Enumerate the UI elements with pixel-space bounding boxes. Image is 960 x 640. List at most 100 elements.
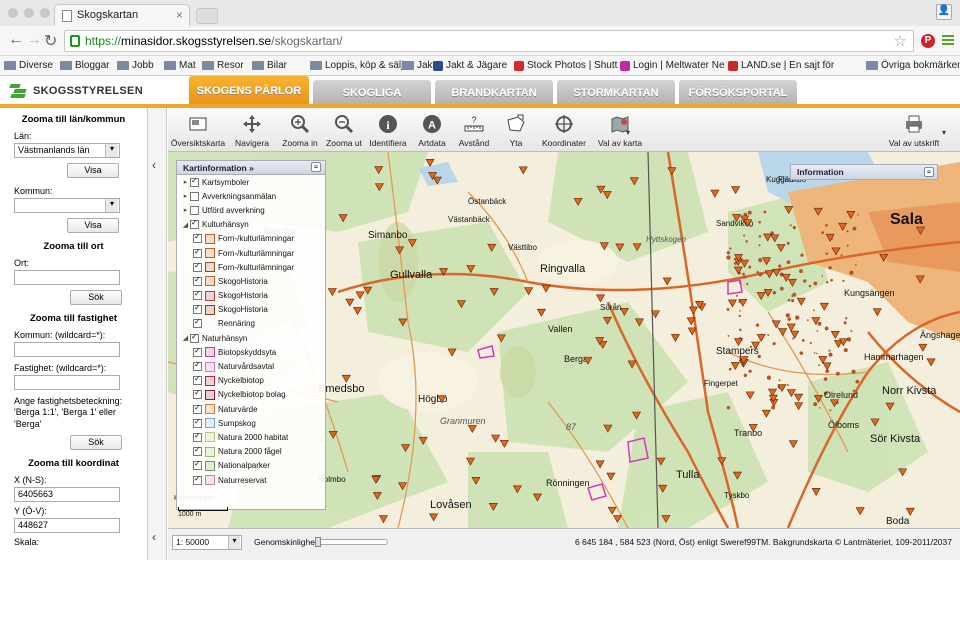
close-tab-icon[interactable]: × [176, 8, 183, 22]
expand-toggle-icon[interactable]: ◢ [181, 221, 190, 229]
tool-overview-map-button[interactable]: Översiktskarta [170, 114, 226, 148]
print-dropdown-icon[interactable]: ▾ [942, 128, 946, 137]
opacity-slider-handle[interactable] [315, 537, 321, 547]
layer-checkbox[interactable] [193, 289, 202, 301]
legend-row[interactable]: Nationalparker [177, 459, 325, 473]
legend-row[interactable]: ◢ Kulturhänsyn [177, 218, 325, 232]
legend-row[interactable]: Forn-/kulturlämningar [177, 232, 325, 246]
legend-row[interactable]: ▸ Avverkningsanmälan [177, 189, 325, 203]
bookmark-3[interactable]: Mat [164, 60, 196, 71]
layer-checkbox[interactable] [190, 191, 199, 201]
print-button[interactable]: Val av utskrift [880, 114, 948, 148]
legend-row[interactable]: Forn-/kulturlämningar [177, 246, 325, 260]
legend-row[interactable]: Nyckelbiotop bolag [177, 388, 325, 402]
layer-checkbox[interactable] [193, 261, 202, 272]
bookmark-2[interactable]: Jobb [117, 60, 154, 71]
map-view[interactable]: ÖstanbäckVästanbäckSimanboÅkersboVästtib… [168, 152, 960, 528]
layer-checkbox[interactable] [193, 417, 202, 428]
minimize-window-button[interactable] [24, 8, 34, 18]
new-tab-button[interactable] [196, 8, 218, 24]
x-input[interactable]: 6405663 [14, 486, 120, 502]
legend-row[interactable]: ▸ Utförd avverkning [177, 203, 325, 217]
expand-toggle-icon[interactable]: ▸ [181, 206, 190, 214]
layer-checkbox[interactable] [190, 218, 199, 230]
layer-checkbox[interactable] [193, 303, 202, 315]
layer-checkbox[interactable] [193, 403, 202, 414]
fastighet-input[interactable] [14, 375, 120, 390]
bookmark-4[interactable]: Resor [202, 60, 244, 71]
legend-row[interactable]: Natura 2000 fågel [177, 445, 325, 459]
map-select-dropdown-icon[interactable]: ▾ [626, 128, 630, 137]
layer-checkbox[interactable] [193, 388, 202, 400]
site-logo[interactable]: SKOGSSTYRELSEN [8, 82, 143, 100]
pinterest-extension-icon[interactable]: P [921, 34, 935, 48]
layer-checkbox[interactable] [193, 459, 202, 471]
layer-checkbox[interactable] [193, 346, 202, 357]
tool-map-select-button[interactable]: Val av karta [592, 114, 648, 148]
close-window-button[interactable] [8, 8, 18, 18]
legend-row[interactable]: Biotopskyddsyta [177, 345, 325, 359]
layer-checkbox[interactable] [193, 431, 202, 442]
expand-toggle-icon[interactable]: ▸ [181, 192, 190, 200]
bookmark-12[interactable]: Övriga bokmärken [866, 60, 960, 71]
tab-skogliga-grunddata[interactable]: SKOGLIGA GRUNDDATA [313, 80, 431, 125]
legend-row[interactable]: ◢ Naturhänsyn [177, 331, 325, 345]
browser-menu-icon[interactable] [942, 35, 954, 47]
ort-input[interactable] [14, 270, 120, 285]
layer-checkbox[interactable] [193, 474, 202, 485]
legend-header[interactable]: Kartinformation » ≈ [177, 161, 325, 175]
back-icon[interactable]: ← [8, 31, 24, 49]
layer-checkbox[interactable] [193, 374, 202, 386]
visa-kommun-button[interactable]: Visa [67, 218, 119, 233]
tab-försöksportal[interactable]: FÖRSÖKSPORTAL [679, 80, 797, 106]
user-profile-icon[interactable]: 👤 [936, 4, 952, 20]
bookmark-1[interactable]: Bloggar [60, 60, 109, 71]
bookmark-7[interactable]: Jakt [402, 60, 435, 71]
y-input[interactable]: 448627 [14, 517, 120, 533]
legend-row[interactable]: ▸ Kartsymboler [177, 175, 325, 189]
layer-checkbox[interactable] [190, 176, 199, 187]
tab-stormkartan[interactable]: STORMKARTAN [557, 80, 675, 106]
legend-row[interactable]: Naturvärde [177, 402, 325, 416]
legend-row[interactable]: Nyckelbiotop [177, 374, 325, 388]
layer-checkbox[interactable] [193, 360, 202, 372]
bookmark-star-icon[interactable]: ☆ [894, 32, 907, 50]
lan-select[interactable]: Västmanlands län [14, 143, 120, 158]
bookmark-5[interactable]: Bilar [252, 60, 287, 71]
bookmark-6[interactable]: Loppis, köp & sälj [310, 60, 403, 71]
bookmark-9[interactable]: Stock Photos | Shutt [514, 60, 617, 71]
scale-select[interactable]: 1: 50000 [172, 535, 242, 550]
legend-row[interactable]: SkogoHistoria [177, 303, 325, 317]
collapse-bottom-icon[interactable]: ‹ [152, 530, 156, 544]
bookmark-11[interactable]: LAND.se | En sajt för [728, 60, 834, 71]
tool-crosshair-button[interactable]: Koordinater [536, 114, 592, 148]
layer-checkbox[interactable] [190, 205, 199, 215]
information-collapse-icon[interactable]: ≈ [924, 167, 934, 177]
reload-icon[interactable]: ↻ [44, 31, 57, 51]
zoom-window-button[interactable] [40, 8, 50, 18]
opacity-slider[interactable] [315, 537, 388, 547]
layer-checkbox[interactable] [193, 275, 202, 286]
sok-ort-button[interactable]: Sök [70, 290, 122, 305]
layer-checkbox[interactable] [193, 247, 202, 258]
bookmark-0[interactable]: Diverse [4, 60, 53, 71]
address-bar[interactable]: https://minasidor.skogsstyrelsen.se/skog… [64, 30, 914, 52]
legend-collapse-icon[interactable]: ≈ [311, 162, 321, 172]
legend-row[interactable]: Forn-/kulturlämningar [177, 260, 325, 274]
bookmark-8[interactable]: Jakt & Jägare [433, 60, 507, 71]
legend-row[interactable]: Rennäring [177, 317, 325, 331]
layer-checkbox[interactable] [193, 317, 202, 329]
visa-lan-button[interactable]: Visa [67, 163, 119, 178]
fastighet-kommun-input[interactable] [14, 342, 120, 357]
forward-icon[interactable]: → [26, 31, 42, 49]
legend-row[interactable]: Naturreservat [177, 473, 325, 487]
expand-toggle-icon[interactable]: ◢ [181, 334, 190, 342]
layer-checkbox[interactable] [193, 232, 202, 244]
bookmark-10[interactable]: Login | Meltwater Ne [620, 60, 725, 71]
layer-checkbox[interactable] [190, 332, 199, 343]
tab-brandkartan[interactable]: BRANDKARTAN [435, 80, 553, 106]
legend-row[interactable]: SkogoHistoria [177, 289, 325, 303]
legend-row[interactable]: Sumpskog [177, 416, 325, 430]
browser-tab[interactable]: Skogskartan × [54, 4, 190, 26]
legend-row[interactable]: Natura 2000 habitat [177, 430, 325, 444]
